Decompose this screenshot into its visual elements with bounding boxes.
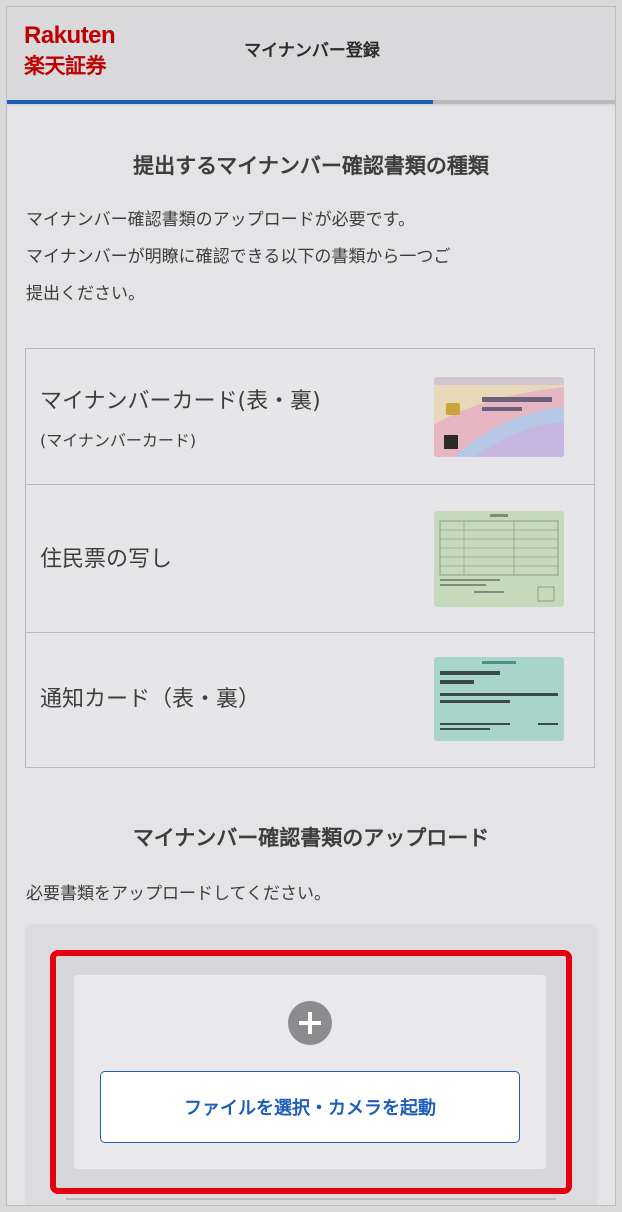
document-type-list: マイナンバーカード(表・裏) (マイナンバーカード) 住民票の写し 通知カード（… [25, 348, 595, 768]
plus-circle-icon[interactable] [288, 1001, 332, 1045]
document-item-label: マイナンバーカード(表・裏) [40, 389, 321, 414]
documents-section-title: 提出するマイナンバー確認書類の種類 [133, 154, 489, 178]
page-frame: Rakuten 楽天証券 マイナンバー登録 提出するマイナンバー確認書類の種類 … [0, 0, 622, 1212]
progress-bar-fill [6, 100, 433, 104]
rakuten-logo[interactable]: Rakuten [24, 22, 116, 50]
upload-section-title: マイナンバー確認書類のアップロード [132, 826, 490, 850]
document-item-label: 通知カード（表・裏） [40, 687, 261, 712]
document-item-resident-record[interactable]: 住民票の写し [26, 485, 594, 633]
description-line: マイナンバーが明瞭に確認できる以下の書類から一つご [26, 247, 451, 267]
resident-record-image [434, 511, 564, 607]
upload-description: 必要書類をアップロードしてください。 [26, 884, 331, 904]
description-line: マイナンバー確認書類のアップロードが必要です。 [26, 210, 415, 230]
progress-bar [6, 100, 616, 104]
my-number-card-image [434, 377, 564, 457]
document-item-my-number-card[interactable]: マイナンバーカード(表・裏) (マイナンバーカード) [26, 349, 594, 485]
page-title: マイナンバー登録 [244, 41, 380, 61]
description-line: 提出ください。 [26, 284, 145, 304]
app-header: Rakuten 楽天証券 マイナンバー登録 [6, 6, 616, 106]
rakuten-securities-logo[interactable]: 楽天証券 [24, 50, 107, 80]
document-item-notification-card[interactable]: 通知カード（表・裏） [26, 633, 594, 767]
documents-description: マイナンバー確認書類のアップロードが必要です。 マイナンバーが明瞭に確認できる以… [26, 202, 596, 313]
document-item-label: 住民票の写し [40, 547, 173, 572]
notification-card-image [434, 657, 564, 741]
divider [66, 1198, 556, 1200]
select-file-camera-button[interactable]: ファイルを選択・カメラを起動 [100, 1071, 520, 1143]
document-item-sublabel: (マイナンバーカード) [40, 431, 197, 450]
